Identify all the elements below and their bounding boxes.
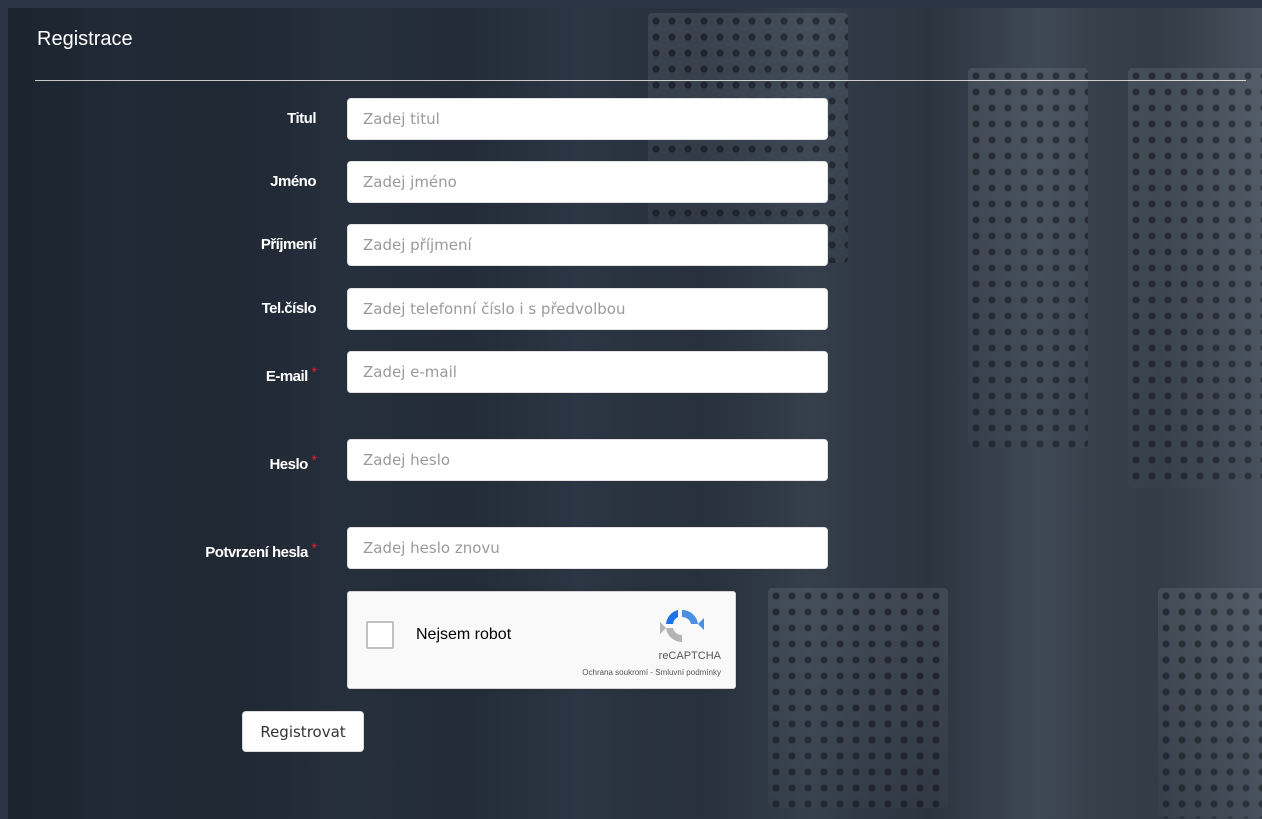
background-image: Registrace Titul Jméno Příjmení Tel.čísl… <box>8 8 1262 819</box>
form-row-first-name: Jméno <box>8 161 828 203</box>
form-row-phone: Tel.číslo <box>8 288 828 330</box>
first-name-label: Jméno <box>270 173 316 190</box>
form-row-password: Heslo * <box>8 439 828 481</box>
server-rack-decoration <box>768 588 948 808</box>
password-label: Heslo * <box>269 453 317 473</box>
recaptcha-logo-icon <box>660 609 704 643</box>
recaptcha-widget: Nejsem robot reCAPTCHA Ochrana soukromí … <box>347 591 736 689</box>
terms-link[interactable]: Smluvní podmínky <box>655 668 721 677</box>
recaptcha-links: Ochrana soukromí - Smluvní podmínky <box>582 668 721 677</box>
form-row-email: E-mail * <box>8 351 828 393</box>
first-name-input[interactable] <box>347 161 828 203</box>
recaptcha-checkbox-label: Nejsem robot <box>416 626 512 643</box>
server-rack-decoration <box>1128 68 1262 488</box>
password-confirm-label: Potvrzení hesla * <box>205 541 317 561</box>
title-input[interactable] <box>347 98 828 140</box>
form-row-title: Titul <box>8 98 828 140</box>
phone-input[interactable] <box>347 288 828 330</box>
required-marker: * <box>311 365 317 379</box>
last-name-input[interactable] <box>347 224 828 266</box>
recaptcha-checkbox[interactable] <box>366 621 394 649</box>
required-marker: * <box>311 453 317 467</box>
title-label: Titul <box>287 110 316 127</box>
form-row-last-name: Příjmení <box>8 224 828 266</box>
privacy-link[interactable]: Ochrana soukromí <box>582 668 648 677</box>
password-confirm-input[interactable] <box>347 527 828 569</box>
title-divider <box>35 80 1246 81</box>
password-input[interactable] <box>347 439 828 481</box>
server-rack-decoration <box>1158 588 1262 818</box>
email-input[interactable] <box>347 351 828 393</box>
page-title: Registrace <box>37 28 133 50</box>
email-label: E-mail * <box>265 365 317 385</box>
last-name-label: Příjmení <box>260 236 317 253</box>
required-marker: * <box>311 541 317 555</box>
form-row-password-confirm: Potvrzení hesla * <box>8 527 828 569</box>
register-button[interactable]: Registrovat <box>242 711 364 752</box>
recaptcha-brand: reCAPTCHA <box>658 650 721 662</box>
phone-label: Tel.číslo <box>261 300 317 317</box>
server-rack-decoration <box>968 68 1088 448</box>
